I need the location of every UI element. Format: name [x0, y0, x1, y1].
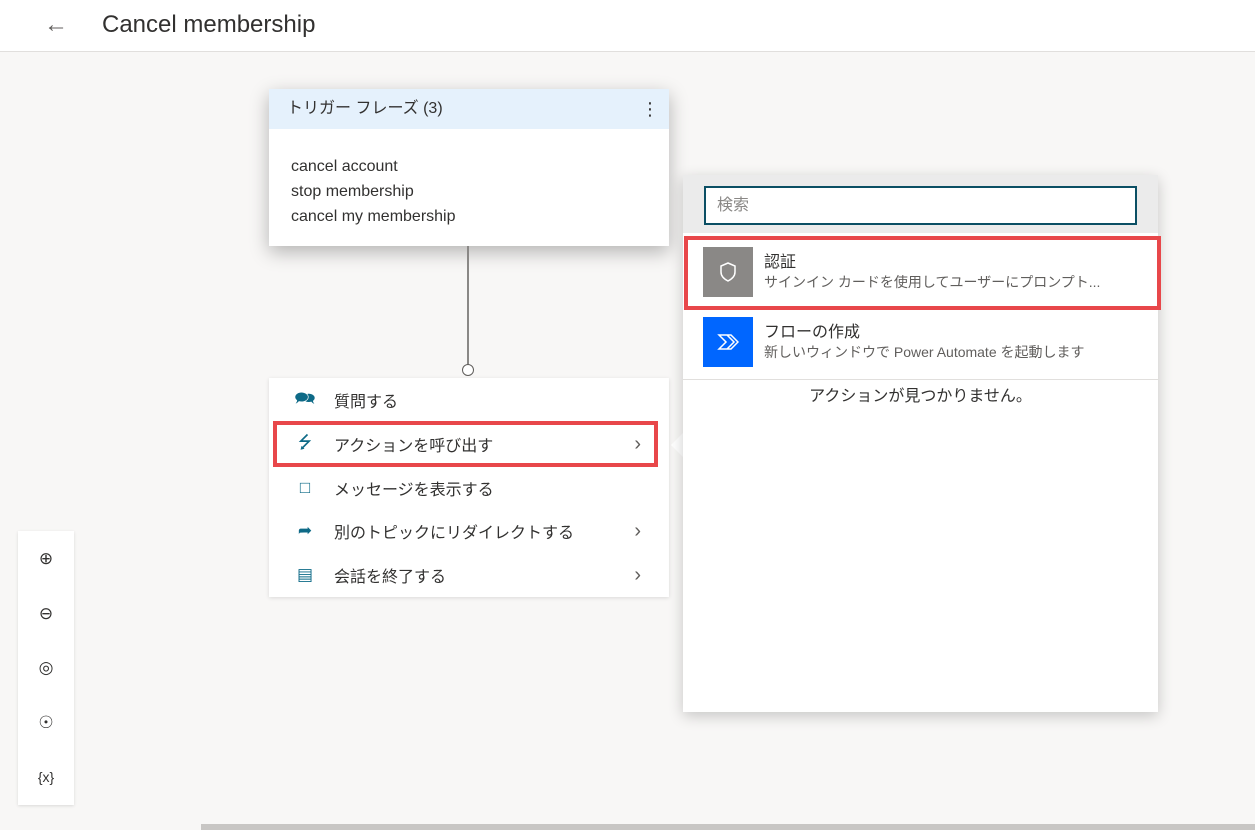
canvas-controls: ⊕ ⊖ ◎ ☉ {x} [18, 531, 74, 805]
zoom-out-icon[interactable]: ⊖ [18, 594, 74, 634]
search-input[interactable] [704, 186, 1137, 225]
chevron-right-icon: › [634, 563, 641, 586]
redirect-icon: ➦ [297, 521, 313, 540]
trigger-phrases-card[interactable]: トリガー フレーズ (3) ⋮ cancel account stop memb… [269, 89, 669, 246]
trigger-card-header: トリガー フレーズ (3) ⋮ [269, 89, 669, 129]
chevron-right-icon: › [634, 519, 641, 542]
trigger-phrase: cancel my membership [291, 208, 456, 225]
trigger-phrase: cancel account [291, 158, 398, 175]
lightning-icon: ⭍ [297, 432, 313, 452]
trigger-card-title: トリガー フレーズ (3) [287, 100, 443, 117]
action-title: フローの作成 [764, 324, 861, 341]
compass-icon[interactable]: ☉ [18, 703, 74, 743]
more-options-icon[interactable]: ⋮ [641, 89, 659, 129]
power-automate-icon [703, 317, 753, 367]
action-item-create-flow[interactable]: フローの作成 新しいウィンドウで Power Automate を起動します [683, 309, 1158, 375]
horizontal-scrollbar[interactable] [201, 824, 1255, 830]
menu-item-label: アクションを呼び出す [334, 438, 494, 455]
end-conversation-icon: ▤ [296, 565, 314, 584]
message-icon: □ [299, 478, 311, 497]
connector-line [467, 246, 469, 365]
page-title: Cancel membership [102, 11, 316, 38]
trigger-phrase: stop membership [291, 183, 414, 200]
menu-item-end-conversation[interactable]: ▤ 会話を終了する › [269, 553, 669, 597]
menu-item-ask-question[interactable]: 🗪 質問する [269, 378, 669, 422]
menu-item-call-action[interactable]: ⭍ アクションを呼び出す › [269, 422, 669, 466]
add-node-menu: 🗪 質問する ⭍ アクションを呼び出す › □ メッセージを表示する ➦ 別のトピックにリ… [269, 378, 669, 597]
no-actions-message: アクションが見つかりません。 [809, 388, 1032, 405]
action-description: 新しいウィンドウで Power Automate を起動します [764, 344, 1085, 360]
action-description: サインイン カードを使用してユーザーにプロンプト... [764, 274, 1101, 290]
flyout-caret [671, 433, 683, 457]
zoom-in-icon[interactable]: ⊕ [18, 539, 74, 579]
divider [683, 379, 1158, 380]
menu-item-label: 会話を終了する [334, 569, 447, 586]
recenter-icon[interactable]: ◎ [18, 648, 74, 688]
variables-button[interactable]: {x} [18, 757, 74, 797]
action-flyout: 認証 サインイン カードを使用してユーザーにプロンプト... フローの作成 新し… [683, 175, 1158, 712]
menu-item-show-message[interactable]: □ メッセージを表示する [269, 466, 669, 510]
menu-item-redirect[interactable]: ➦ 別のトピックにリダイレクトする › [269, 509, 669, 553]
add-node-handle[interactable] [462, 364, 474, 376]
arrow-left-icon[interactable]: ← [40, 10, 72, 42]
menu-item-label: 質問する [334, 394, 399, 411]
menu-item-label: メッセージを表示する [334, 482, 494, 499]
ask-question-icon: 🗪 [294, 388, 316, 408]
action-title: 認証 [764, 254, 797, 271]
shield-icon [703, 247, 753, 297]
action-item-authentication[interactable]: 認証 サインイン カードを使用してユーザーにプロンプト... [683, 239, 1158, 305]
header: ← Cancel membership [0, 0, 1255, 52]
menu-item-label: 別のトピックにリダイレクトする [334, 525, 575, 542]
chevron-right-icon: › [634, 432, 641, 455]
